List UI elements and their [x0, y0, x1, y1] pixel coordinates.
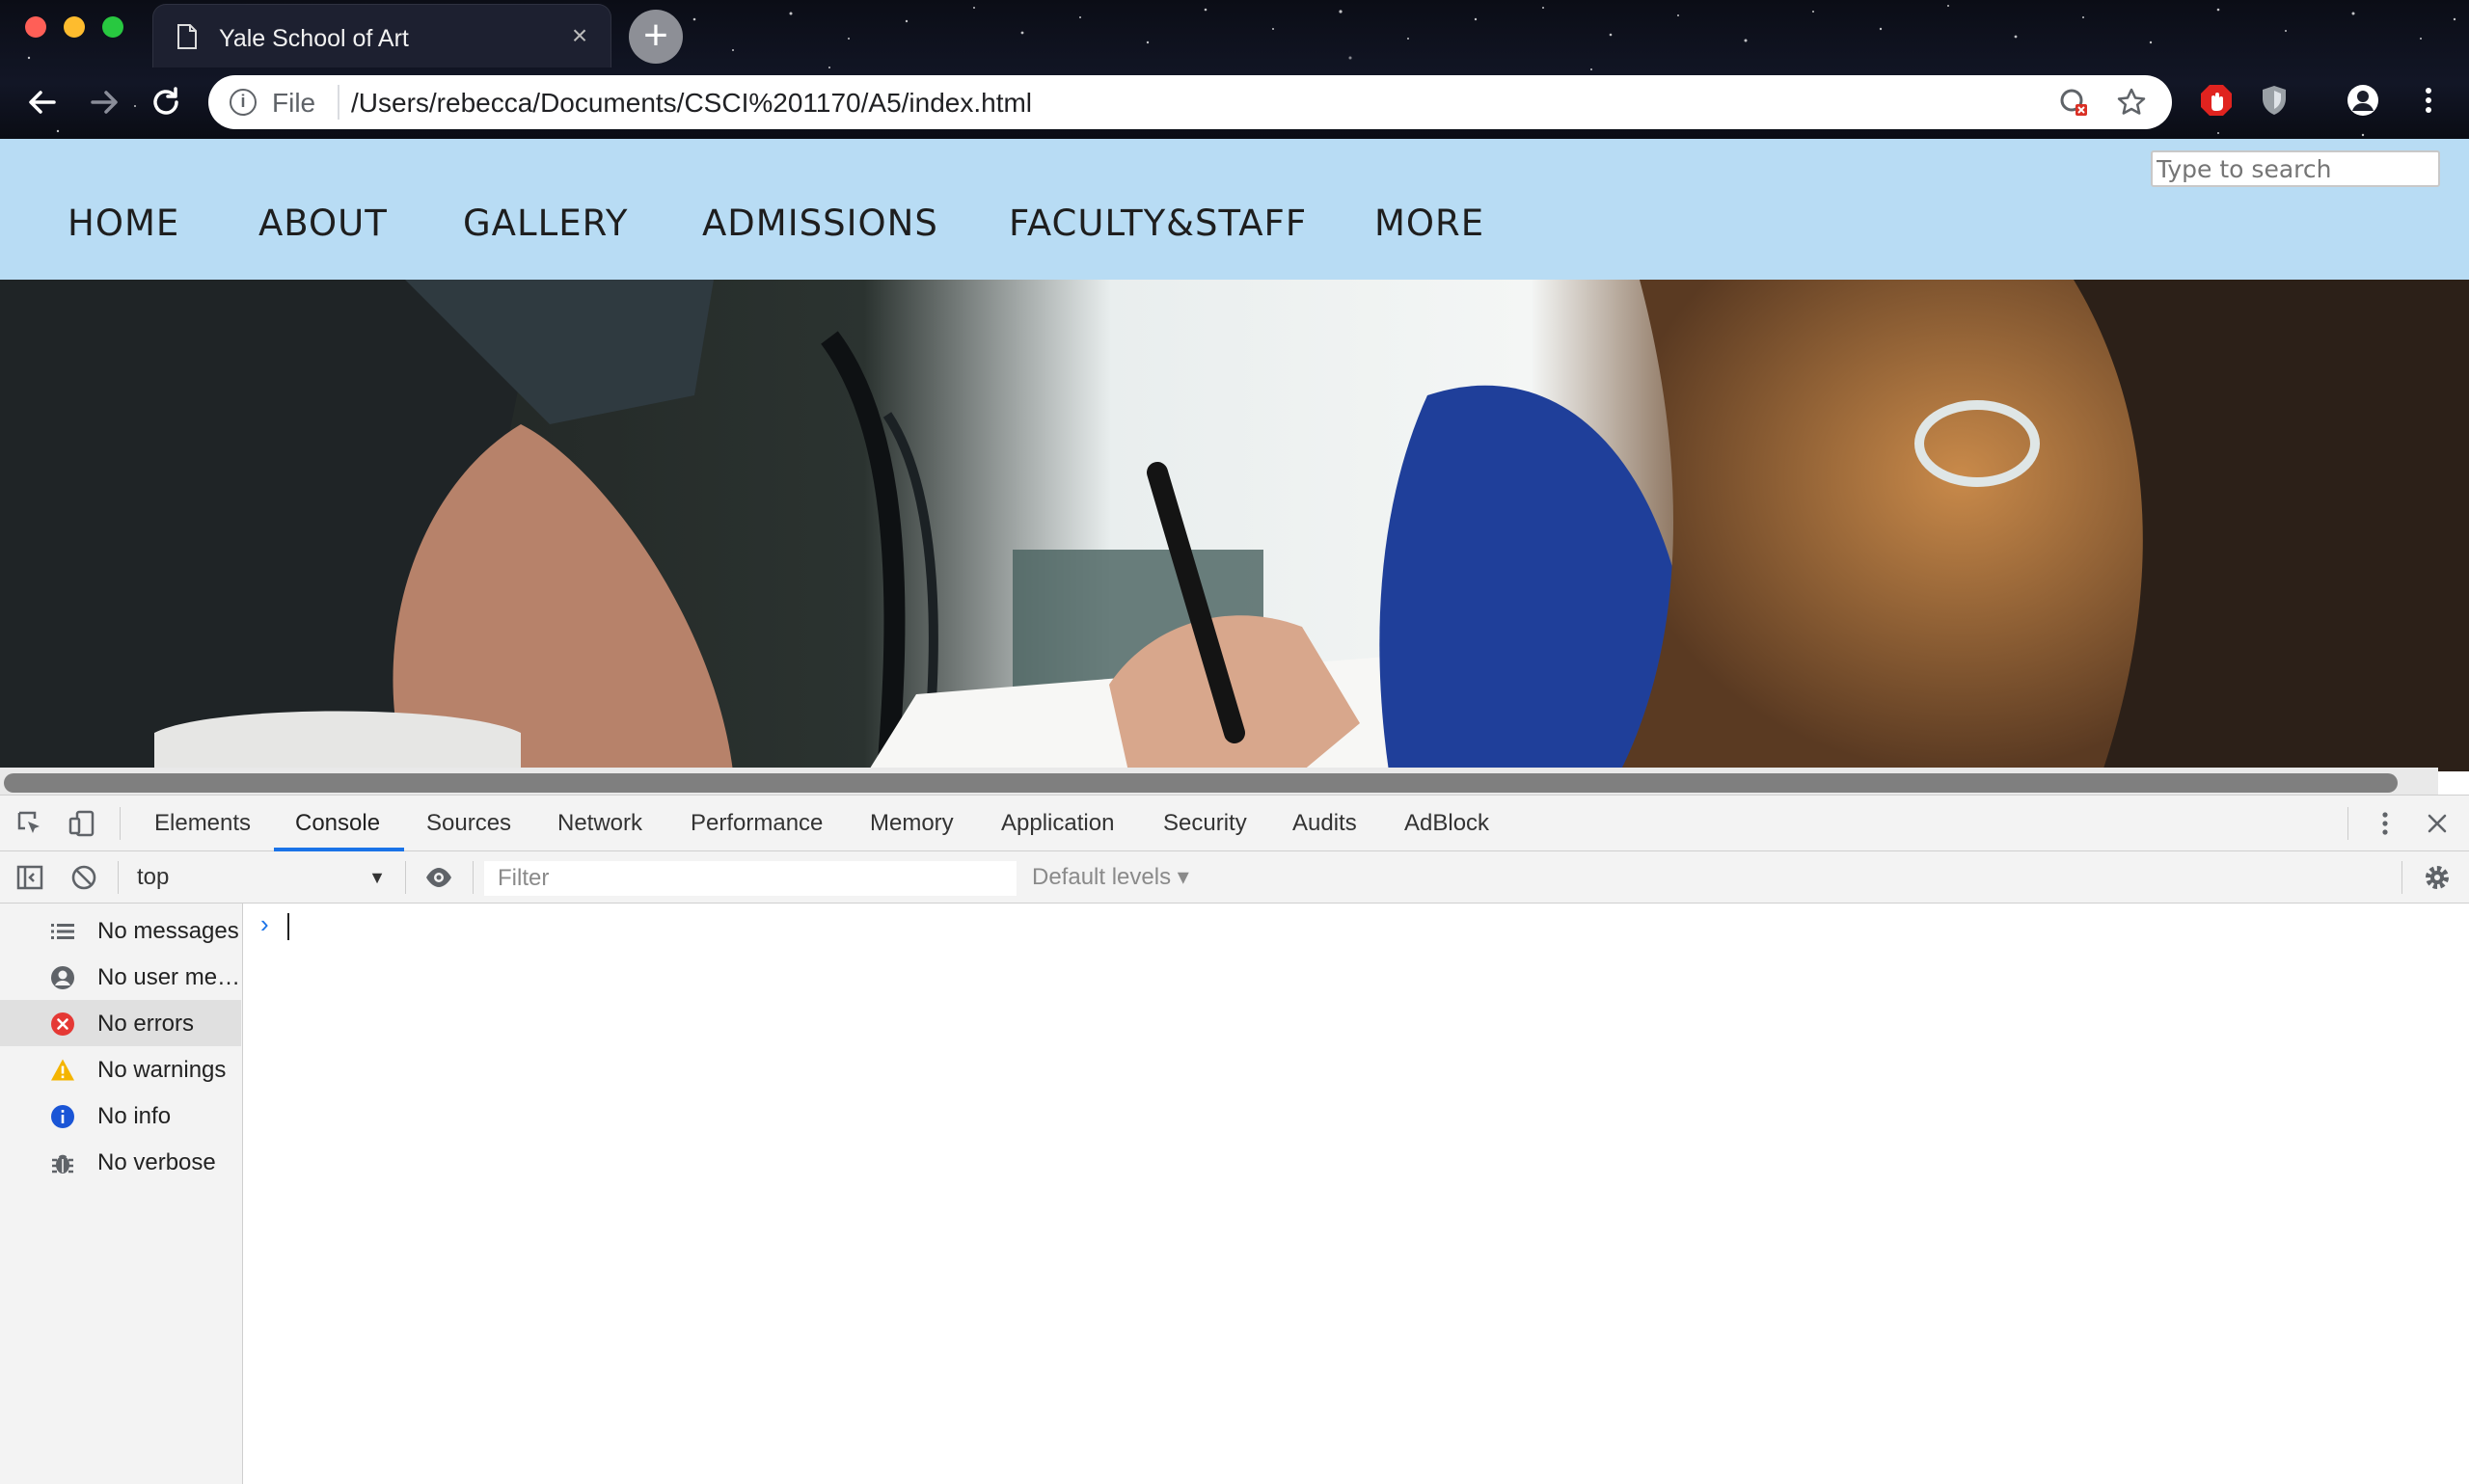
bug-icon [52, 1154, 73, 1174]
sidebar-item-info[interactable]: No info [0, 1093, 241, 1139]
device-toolbar-icon[interactable] [68, 809, 96, 838]
document-icon [177, 24, 197, 49]
console-settings-gear-icon[interactable] [2423, 863, 2452, 892]
sidebar-label: No warnings [97, 1057, 227, 1083]
list-icon [51, 924, 74, 939]
site-info-icon[interactable]: i [230, 89, 257, 116]
tab-elements[interactable]: Elements [154, 796, 251, 851]
sidebar-label: No errors [97, 1011, 195, 1037]
sidebar-item-user-messages[interactable]: No user me… [0, 954, 241, 1000]
new-tab-button[interactable]: + [629, 10, 683, 64]
scrollbar-thumb[interactable] [4, 773, 2398, 793]
javascript-context-select[interactable]: top ▼ [120, 851, 393, 904]
forward-button[interactable] [83, 81, 125, 123]
tab-divider [2347, 807, 2348, 840]
tab-memory[interactable]: Memory [870, 796, 954, 851]
window-minimize-button[interactable] [64, 16, 85, 38]
sidebar-label: No user me… [97, 964, 241, 990]
nav-admissions[interactable]: ADMISSIONS [702, 202, 938, 244]
nav-home[interactable]: HOME [68, 202, 179, 244]
devtools-more-icon[interactable] [2371, 809, 2400, 838]
sidebar-item-verbose[interactable]: No verbose [0, 1139, 241, 1185]
tab-security[interactable]: Security [1163, 796, 1247, 851]
horizontal-scrollbar[interactable] [0, 768, 2438, 795]
sidebar-item-errors[interactable]: No errors [0, 1000, 241, 1046]
window-close-button[interactable] [25, 16, 46, 38]
nav-faculty-staff[interactable]: FACULTY&STAFF [1009, 202, 1307, 244]
browser-menu-icon[interactable] [2411, 83, 2446, 118]
sidebar-label: No messages [97, 918, 239, 944]
console-sidebar: No messages No user me… No errors No war… [0, 904, 243, 1484]
hero-image [0, 280, 2469, 771]
console-toolbar: top ▼ Default levels ▾ [0, 851, 2469, 904]
live-expression-eye-icon[interactable] [424, 863, 453, 892]
toolbar-divider [2401, 861, 2402, 894]
toolbar-divider [473, 861, 474, 894]
browser-chrome: Yale School of Art × + i File /Users/reb… [0, 0, 2469, 139]
adblock-extension-icon[interactable] [2199, 83, 2234, 118]
nav-more[interactable]: MORE [1374, 202, 1484, 244]
devtools-tab-bar: Elements Console Sources Network Perform… [0, 796, 2469, 851]
hero-photo-students-drawing [0, 280, 2469, 771]
nav-about[interactable]: ABOUT [258, 202, 388, 244]
devtools-close-icon[interactable] [2423, 809, 2452, 838]
console-input-caret[interactable] [287, 913, 289, 940]
profile-avatar-icon[interactable] [2346, 83, 2380, 118]
tab-divider [120, 807, 121, 840]
blocked-cookies-icon[interactable] [2058, 87, 2089, 118]
tab-performance[interactable]: Performance [691, 796, 823, 851]
site-search-input[interactable] [2151, 150, 2440, 187]
bookmark-star-icon[interactable] [2116, 87, 2147, 118]
sidebar-label: No verbose [97, 1149, 216, 1175]
tab-application[interactable]: Application [1001, 796, 1114, 851]
tab-title: Yale School of Art [219, 25, 409, 52]
shield-extension-icon[interactable] [2257, 83, 2292, 118]
address-bar[interactable]: i File /Users/rebecca/Documents/CSCI%201… [208, 75, 2172, 129]
dropdown-arrow-icon: ▼ [368, 868, 386, 887]
tab-audits[interactable]: Audits [1292, 796, 1357, 851]
nav-gallery[interactable]: GALLERY [463, 202, 629, 244]
console-filter-input[interactable] [484, 861, 1017, 896]
omnibox-divider [338, 85, 339, 120]
back-button[interactable] [21, 81, 64, 123]
console-prompt-icon: › [260, 909, 269, 938]
url-scheme-label: File [272, 88, 316, 118]
url-text[interactable]: /Users/rebecca/Documents/CSCI%201170/A5/… [351, 88, 1032, 119]
show-sidebar-icon[interactable] [15, 863, 44, 892]
reload-button[interactable] [145, 81, 187, 123]
sidebar-item-messages[interactable]: No messages [0, 907, 241, 954]
warning-icon [51, 1059, 74, 1081]
browser-tab[interactable]: Yale School of Art × [152, 4, 611, 67]
toolbar-divider [405, 861, 406, 894]
sidebar-item-warnings[interactable]: No warnings [0, 1046, 241, 1093]
toolbar-divider [118, 861, 119, 894]
site-header: HOME ABOUT GALLERY ADMISSIONS FACULTY&ST… [0, 139, 2469, 280]
tab-network[interactable]: Network [557, 796, 642, 851]
clear-console-icon[interactable] [69, 863, 98, 892]
info-icon [51, 1105, 74, 1128]
console-output[interactable]: › [243, 904, 2469, 1484]
error-icon [51, 1012, 74, 1036]
sidebar-label: No info [97, 1103, 172, 1129]
tab-adblock[interactable]: AdBlock [1404, 796, 1489, 851]
inspect-element-icon[interactable] [15, 809, 44, 838]
tab-close-button[interactable]: × [564, 20, 595, 51]
user-icon [51, 966, 74, 989]
context-value: top [137, 864, 170, 890]
devtools-panel: Elements Console Sources Network Perform… [0, 795, 2469, 1484]
tab-console[interactable]: Console [295, 796, 380, 851]
log-levels-dropdown[interactable]: Default levels ▾ [1032, 851, 1189, 904]
window-maximize-button[interactable] [102, 16, 123, 38]
tab-sources[interactable]: Sources [426, 796, 511, 851]
